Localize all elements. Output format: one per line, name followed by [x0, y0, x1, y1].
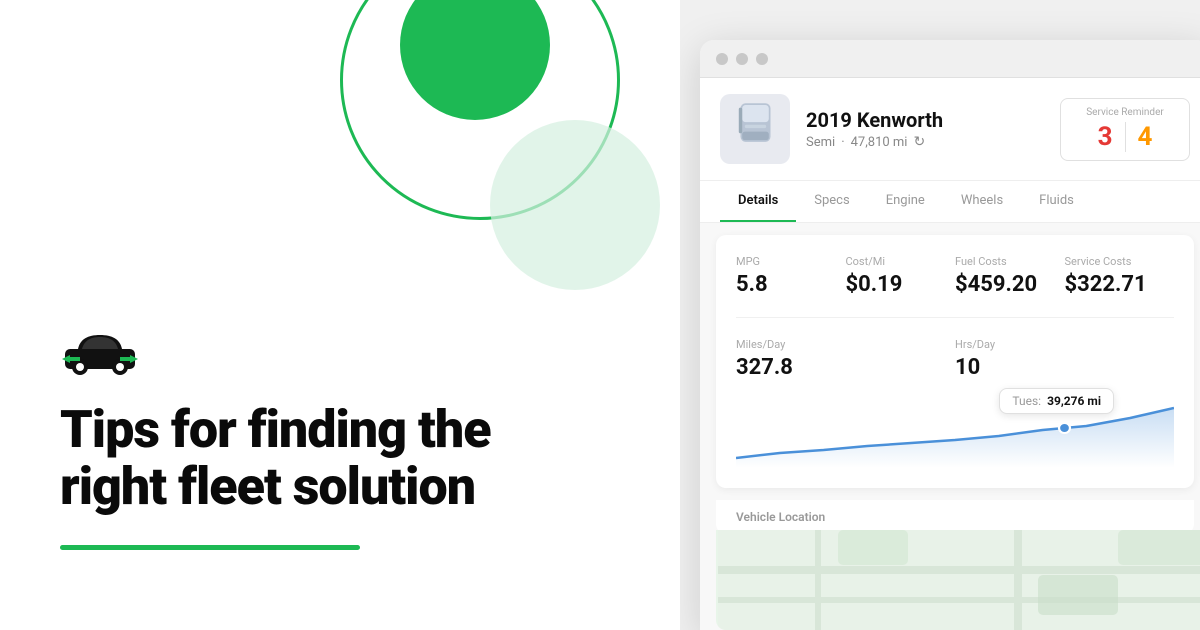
- tab-engine[interactable]: Engine: [868, 181, 943, 222]
- stat-fuel-costs: Fuel Costs $459.20: [955, 255, 1065, 297]
- stat-fuel-costs-label: Fuel Costs: [955, 255, 1065, 268]
- truck-svg: [728, 99, 783, 159]
- headline: Tips for finding the right fleet solutio…: [60, 401, 620, 515]
- car-icon-wrapper: [60, 327, 620, 381]
- stat-cost-per-mi-label: Cost/Mi: [846, 255, 956, 268]
- stat-hrs-day-label: Hrs/Day: [955, 338, 1174, 351]
- app-window: 2019 Kenworth Semi · 47,810 mi ↻ Service…: [700, 40, 1200, 630]
- tabs-bar: Details Specs Engine Wheels Fluids: [700, 181, 1200, 223]
- stat-fuel-costs-value: $459.20: [955, 272, 1065, 297]
- stat-service-costs-value: $322.71: [1065, 272, 1175, 297]
- vehicle-name: 2019 Kenworth: [806, 108, 1044, 132]
- service-count-red: 3: [1098, 122, 1126, 152]
- right-panel: 2019 Kenworth Semi · 47,810 mi ↻ Service…: [680, 0, 1200, 630]
- stat-cost-per-mi: Cost/Mi $0.19: [846, 255, 956, 297]
- stat-mpg-value: 5.8: [736, 272, 846, 297]
- left-content: Tips for finding the right fleet solutio…: [60, 327, 620, 550]
- vehicle-subtitle: Semi · 47,810 mi ↻: [806, 134, 1044, 150]
- stat-mpg: MPG 5.8: [736, 255, 846, 297]
- stat-miles-day: Miles/Day 327.8: [736, 338, 955, 380]
- stats-grid-row2: Miles/Day 327.8 Hrs/Day 10: [736, 338, 1174, 380]
- map-grid-svg: [716, 530, 1200, 630]
- tooltip-value: 39,276 mi: [1047, 394, 1101, 408]
- service-numbers: 3 4: [1075, 122, 1175, 152]
- tab-details[interactable]: Details: [720, 181, 796, 222]
- stats-grid-row1: MPG 5.8 Cost/Mi $0.19 Fuel Costs $459.20…: [736, 255, 1174, 318]
- refresh-icon[interactable]: ↻: [913, 134, 925, 150]
- service-count-orange: 4: [1126, 122, 1153, 152]
- stats-panel: MPG 5.8 Cost/Mi $0.19 Fuel Costs $459.20…: [716, 235, 1194, 488]
- vehicle-location-label: Vehicle Location: [716, 500, 1194, 534]
- circle-mint-decoration: [490, 120, 660, 290]
- map-preview: [716, 530, 1200, 630]
- mileage-chart: Tues: 39,276 mi: [736, 388, 1174, 468]
- green-underline-decoration: [60, 545, 360, 550]
- service-reminder-box: Service Reminder 3 4: [1060, 98, 1190, 161]
- window-dot-3: [756, 53, 768, 65]
- tab-specs[interactable]: Specs: [796, 181, 867, 222]
- window-dot-1: [716, 53, 728, 65]
- vehicle-header: 2019 Kenworth Semi · 47,810 mi ↻ Service…: [700, 78, 1200, 181]
- chart-tooltip: Tues: 39,276 mi: [999, 388, 1114, 414]
- stat-mpg-label: MPG: [736, 255, 846, 268]
- window-dot-2: [736, 53, 748, 65]
- tab-wheels[interactable]: Wheels: [943, 181, 1021, 222]
- stat-service-costs: Service Costs $322.71: [1065, 255, 1175, 297]
- vehicle-info: 2019 Kenworth Semi · 47,810 mi ↻: [806, 108, 1044, 150]
- service-reminder-label: Service Reminder: [1075, 107, 1175, 118]
- stat-miles-day-value: 327.8: [736, 355, 955, 380]
- stat-service-costs-label: Service Costs: [1065, 255, 1175, 268]
- left-panel: Tips for finding the right fleet solutio…: [0, 0, 680, 630]
- stat-miles-day-label: Miles/Day: [736, 338, 955, 351]
- title-bar: [700, 40, 1200, 78]
- tab-fluids[interactable]: Fluids: [1021, 181, 1092, 222]
- tooltip-label: Tues:: [1012, 394, 1041, 408]
- car-icon: [60, 327, 140, 377]
- stat-cost-per-mi-value: $0.19: [846, 272, 956, 297]
- stat-hrs-day: Hrs/Day 10: [955, 338, 1174, 380]
- truck-image: [720, 94, 790, 164]
- stat-hrs-day-value: 10: [955, 355, 1174, 380]
